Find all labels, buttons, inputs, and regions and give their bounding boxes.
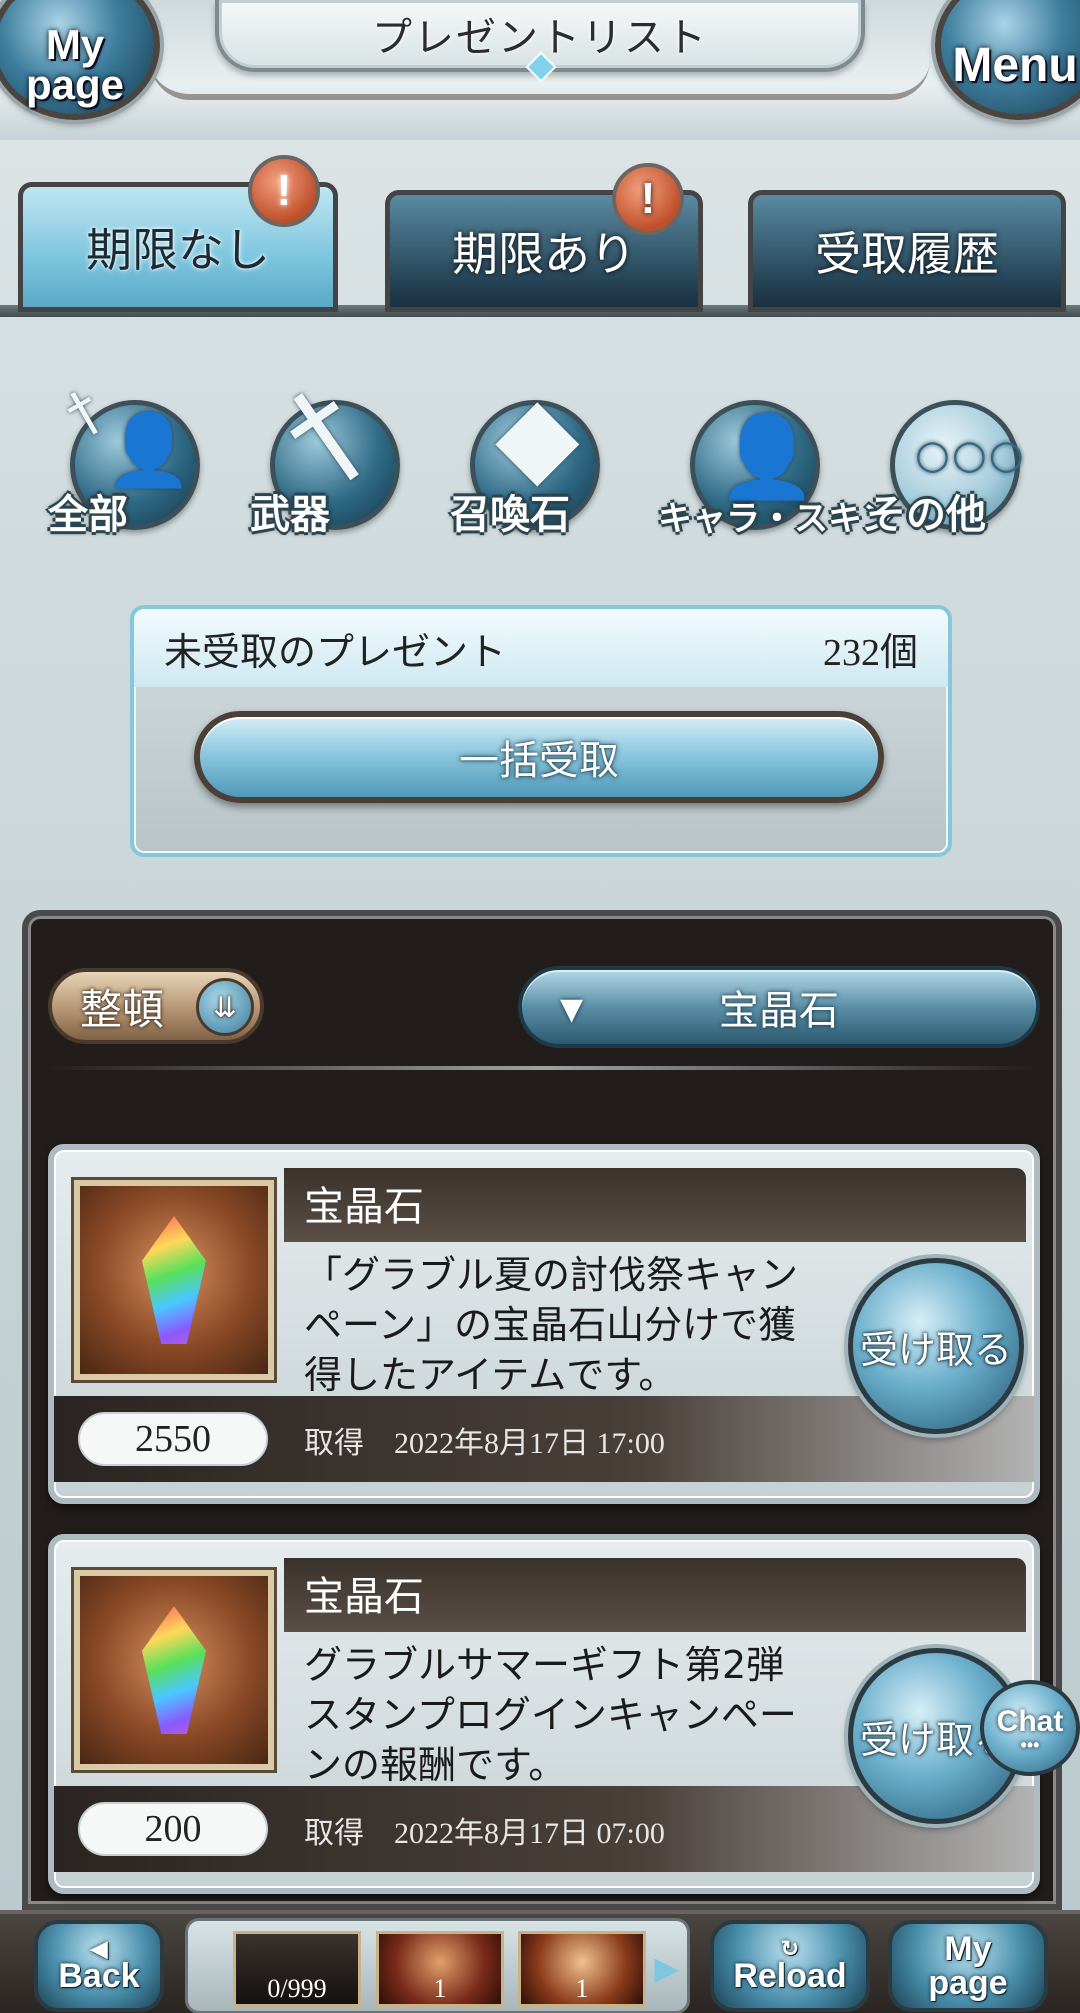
present-list-panel: 整頓 ⇊ ▼ 宝晶石 宝晶石 「グラブル夏の討伐祭キャンペーン」の宝晶石山分けで…	[22, 910, 1062, 1910]
menu-orb-button[interactable]: Menu	[935, 0, 1080, 120]
obtained-info: 取得 2022年8月17日 07:00	[304, 1808, 665, 1852]
chat-button[interactable]: Chat •••	[980, 1680, 1080, 1776]
obtained-label: 取得	[304, 1816, 364, 1851]
tab-bar: 期限あり ! 受取履歴 期限なし !	[0, 150, 1080, 325]
category-label: 召喚石	[450, 492, 570, 538]
obtained-date: 2022年8月17日 17:00	[394, 1427, 665, 1460]
mypage-orb-label: My page	[25, 21, 125, 108]
item-quantity: 2550	[78, 1412, 268, 1466]
reload-button[interactable]: ↻ Reload	[710, 1920, 870, 2012]
item-quantity: 200	[78, 1802, 268, 1856]
tab-history[interactable]: 受取履歴	[748, 190, 1066, 312]
quick-slot-value: 1	[433, 1974, 447, 2003]
back-arrow-icon: ◀	[90, 1936, 108, 1961]
item-thumbnail	[74, 1570, 274, 1770]
summary-header: 未受取のプレゼント 232個	[134, 609, 948, 687]
bulk-receive-button[interactable]: 一括受取	[194, 711, 884, 803]
category-other[interactable]: ○○○ その他	[860, 375, 1030, 540]
back-label: Back	[58, 1957, 140, 1995]
tab-label: 期限あり	[452, 227, 636, 281]
crystal-icon	[142, 1606, 206, 1734]
mypage-button[interactable]: My page	[888, 1920, 1048, 2012]
divider	[48, 1066, 1038, 1070]
item-name: 宝晶石	[304, 1184, 424, 1230]
unclaimed-summary: 未受取のプレゼント 232個 一括受取	[130, 605, 952, 857]
menu-orb-label: Menu	[952, 38, 1078, 92]
mypage-label: My page	[928, 1930, 1008, 2002]
quick-slot-value: 0/999	[267, 1974, 327, 2003]
quick-slot-summon-2[interactable]: 1	[518, 1931, 646, 2007]
present-card: 宝晶石 「グラブル夏の討伐祭キャンペーン」の宝晶石山分けで獲得したアイテムです。…	[48, 1144, 1040, 1504]
back-button[interactable]: ◀ Back	[34, 1920, 164, 2012]
category-weapon[interactable]: † 武器	[240, 360, 410, 540]
category-all[interactable]: 👤 † 全部	[40, 375, 210, 540]
quick-item-area: 0/999 1 1 ▶	[185, 1918, 690, 2013]
summary-label: 未受取のプレゼント	[164, 629, 507, 674]
obtained-date: 2022年8月17日 07:00	[394, 1817, 665, 1850]
present-card: 宝晶石 グラブルサマーギフト第2弾スタンプログインキャンペーンの報酬です。 20…	[48, 1534, 1040, 1894]
tab-with-expiry[interactable]: 期限あり !	[385, 163, 703, 312]
quick-slot-value: 1	[575, 1974, 589, 2003]
receive-label: 受け取る	[859, 1327, 1012, 1372]
alert-icon: !	[248, 155, 320, 227]
bulk-receive-label: 一括受取	[459, 738, 619, 784]
obtained-info: 取得 2022年8月17日 17:00	[304, 1418, 665, 1462]
alert-icon: !	[612, 163, 684, 235]
tab-label: 期限なし	[86, 223, 270, 277]
footer-bar: ◀ Back 0/999 1 1 ▶ ↻ Reload My page	[0, 1910, 1080, 2013]
chevron-right-icon[interactable]: ▶	[654, 1949, 679, 1987]
tab-label: 受取履歴	[815, 227, 999, 281]
chevron-double-down-icon: ⇊	[196, 978, 254, 1036]
item-name: 宝晶石	[304, 1574, 424, 1620]
category-label: その他	[866, 492, 986, 538]
item-description: グラブルサマーギフト第2弾スタンプログインキャンペーンの報酬です。	[304, 1643, 797, 1787]
quick-slot-inventory[interactable]: 0/999	[233, 1931, 361, 2007]
mypage-orb-button[interactable]: My page	[0, 0, 160, 120]
crystal-icon	[142, 1216, 206, 1344]
header: プレゼントリスト My page Menu	[0, 0, 1080, 140]
category-character-skin[interactable]: 👤 キャラ・スキン	[658, 375, 895, 540]
sort-label: 整頓	[80, 984, 165, 1034]
obtained-label: 取得	[304, 1426, 364, 1461]
quick-slot-summon[interactable]: 1	[376, 1931, 504, 2007]
crystal-shape-icon: ◆	[495, 371, 580, 499]
reload-icon: ↻	[780, 1936, 800, 1961]
filter-select[interactable]: ▼ 宝晶石	[518, 966, 1040, 1048]
filter-value: 宝晶石	[719, 988, 839, 1034]
item-thumbnail	[74, 1180, 274, 1380]
category-label: 全部	[48, 492, 128, 538]
reload-label: Reload	[733, 1957, 847, 1995]
category-label: 武器	[250, 492, 330, 538]
triangle-down-icon: ▼	[560, 992, 584, 1027]
tab-no-expiry[interactable]: 期限なし !	[18, 155, 338, 312]
chat-label: Chat	[996, 1705, 1064, 1738]
category-summon[interactable]: ◆ 召喚石	[440, 375, 610, 540]
receive-button[interactable]: 受け取る	[848, 1258, 1024, 1434]
sort-button[interactable]: 整頓 ⇊	[48, 968, 264, 1044]
item-description: 「グラブル夏の討伐祭キャンペーン」の宝晶石山分けで獲得したアイテムです。	[304, 1253, 799, 1397]
summary-count: 232個	[822, 631, 918, 674]
chat-dots-icon: •••	[1020, 1735, 1040, 1755]
